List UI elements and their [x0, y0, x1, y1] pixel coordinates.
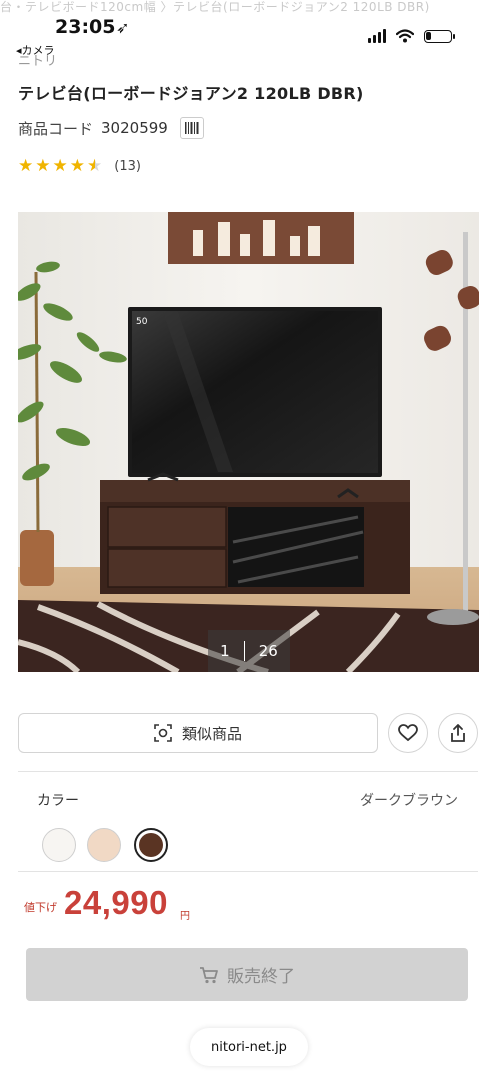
- battery-icon: [424, 29, 455, 43]
- price-reduced-tag: 値下げ: [24, 901, 57, 914]
- sold-out-label: 販売終了: [227, 967, 295, 987]
- product-code-row: 商品コード 3020599: [18, 117, 204, 139]
- visual-search-icon: [154, 724, 172, 742]
- color-swatch-natural[interactable]: [87, 828, 121, 862]
- signal-icon: [368, 29, 386, 43]
- cart-icon: [200, 966, 218, 983]
- color-label: カラー: [37, 793, 79, 809]
- domain-text: nitori-net.jp: [211, 1039, 287, 1055]
- share-icon: [451, 724, 465, 742]
- star-icon: ★: [35, 156, 51, 176]
- product-title: テレビ台(ローボードジョアン2 120LB DBR): [18, 84, 364, 103]
- review-count[interactable]: (13): [114, 159, 141, 174]
- star-icon: ★: [69, 156, 85, 176]
- divider: [18, 871, 478, 872]
- status-indicators: [368, 28, 455, 44]
- brand-label: ニトリ: [18, 54, 58, 69]
- rating[interactable]: ★ ★ ★ ★ ★ (13): [18, 158, 141, 175]
- wifi-icon: [396, 29, 414, 43]
- sold-out-button: 販売終了: [26, 948, 468, 1001]
- barcode-icon[interactable]: [179, 117, 204, 139]
- star-half-icon: ★: [87, 156, 103, 176]
- image-counter: 1 26: [208, 630, 290, 672]
- rocket-icon: ➶: [116, 18, 130, 37]
- share-button[interactable]: [438, 713, 478, 753]
- similar-products-label: 類似商品: [181, 724, 242, 743]
- image-counter-divider: [243, 641, 245, 661]
- price-unit: 円: [180, 911, 190, 922]
- favorite-button[interactable]: [388, 713, 428, 753]
- color-swatch-dark-brown[interactable]: [134, 828, 168, 862]
- star-icon: ★: [52, 156, 68, 176]
- color-selected-name: ダークブラウン: [360, 793, 458, 809]
- price-amount: 24,990: [64, 884, 168, 921]
- color-swatch-white[interactable]: [42, 828, 76, 862]
- image-counter-total: 26: [258, 642, 278, 660]
- image-counter-current: 1: [220, 642, 230, 660]
- similar-products-button[interactable]: 類似商品: [18, 713, 378, 753]
- status-time: 23:05: [55, 16, 116, 38]
- product-code-value: 3020599: [101, 119, 168, 137]
- heart-icon: [398, 724, 418, 742]
- product-code-label: 商品コード: [18, 119, 94, 138]
- divider: [18, 771, 478, 772]
- product-image[interactable]: 50: [18, 212, 479, 672]
- star-icon: ★: [18, 156, 34, 176]
- tv-badge: 50: [136, 317, 148, 327]
- browser-address-pill[interactable]: nitori-net.jp: [190, 1028, 308, 1066]
